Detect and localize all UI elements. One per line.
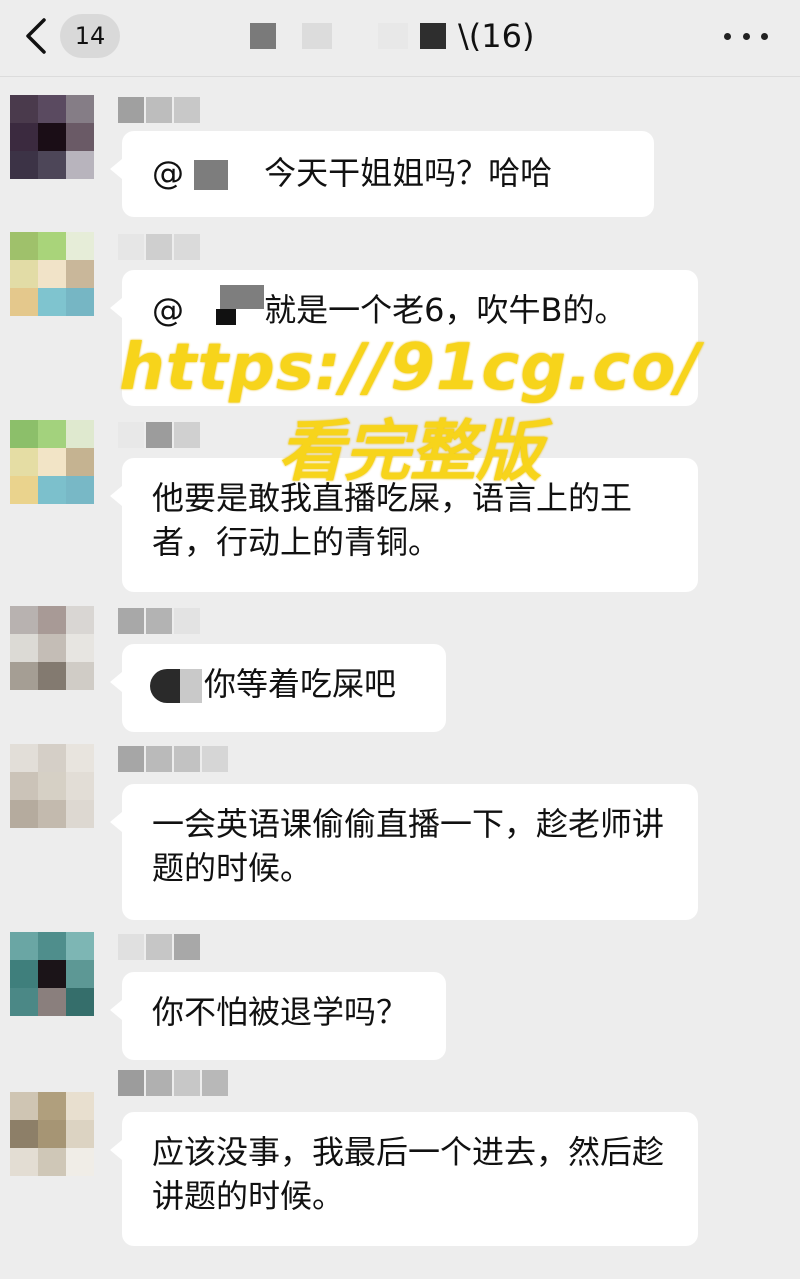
sender-name	[118, 934, 200, 962]
sender-name	[118, 1070, 228, 1098]
mention-mask	[184, 285, 264, 329]
mention-prefix: @	[152, 154, 184, 192]
message-bubble[interactable]: 你不怕被退学吗？	[110, 972, 446, 1060]
title-mask	[420, 23, 446, 49]
sender-name	[118, 97, 200, 125]
avatar[interactable]	[10, 606, 94, 690]
sender-name	[118, 422, 200, 450]
avatar[interactable]	[10, 744, 94, 828]
avatar[interactable]	[10, 95, 94, 179]
title-mask	[378, 23, 408, 49]
message-bubble[interactable]: 应该没事，我最后一个进去，然后趁讲题的时候。	[110, 1112, 698, 1246]
mention-mask	[184, 158, 254, 192]
message-bubble[interactable]: @ 就是一个老6，吹牛B的。	[110, 270, 698, 406]
avatar[interactable]	[10, 232, 94, 316]
more-button[interactable]	[724, 18, 768, 54]
message-text: 应该没事，我最后一个进去，然后趁讲题的时候。	[152, 1133, 665, 1215]
sender-name	[118, 234, 200, 262]
message-bubble[interactable]: 你等着吃屎吧	[110, 644, 446, 732]
message-text: 就是一个老6，吹牛B的。	[264, 291, 627, 329]
mention-mask	[150, 669, 204, 703]
avatar[interactable]	[10, 420, 94, 504]
unread-count-badge: 14	[60, 14, 120, 58]
title-mask	[250, 23, 276, 49]
message-bubble[interactable]: 一会英语课偷偷直播一下，趁老师讲题的时候。	[110, 784, 698, 920]
message-text: 你等着吃屎吧	[204, 665, 397, 703]
more-icon	[742, 32, 750, 40]
message-bubble[interactable]: @ 今天干姐姐吗？哈哈	[110, 131, 654, 217]
message-text: 他要是敢我直播吃屎，语言上的王者，行动上的青铜。	[152, 479, 633, 561]
message-text: 今天干姐姐吗？哈哈	[264, 154, 553, 192]
chat-title-text: \(16)	[458, 17, 535, 55]
chat-screen: 14 \(16) @ 今天干姐姐吗？哈哈 @ 就是一个老6，吹牛B的。 他要是敢…	[0, 0, 800, 1279]
chat-title: \(16)	[250, 14, 534, 58]
message-text: 你不怕被退学吗？	[152, 993, 409, 1031]
chat-header: 14 \(16)	[0, 0, 800, 77]
message-text: 一会英语课偷偷直播一下，趁老师讲题的时候。	[152, 805, 665, 887]
more-icon	[761, 32, 768, 40]
sender-name	[118, 746, 228, 774]
back-arrow-icon	[26, 18, 46, 54]
avatar[interactable]	[10, 1092, 94, 1176]
mention-prefix: @	[152, 291, 184, 329]
avatar[interactable]	[10, 932, 94, 1016]
more-icon	[724, 32, 731, 40]
sender-name	[118, 608, 200, 636]
title-mask	[302, 23, 332, 49]
back-button[interactable]: 14	[22, 10, 132, 62]
message-bubble[interactable]: 他要是敢我直播吃屎，语言上的王者，行动上的青铜。	[110, 458, 698, 592]
